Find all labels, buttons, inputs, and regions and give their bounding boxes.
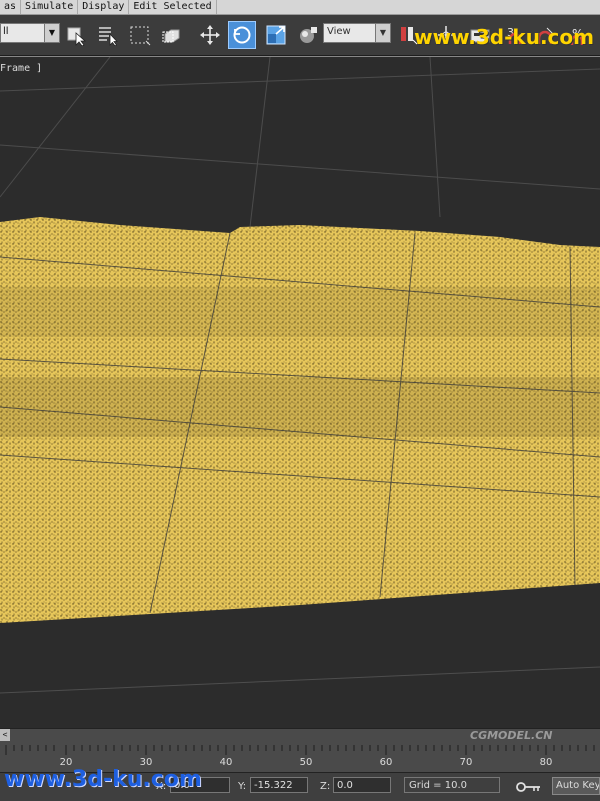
- menu-bar: as Simulate Display Edit Selected: [0, 0, 600, 15]
- chevron-down-icon: ▼: [375, 24, 390, 42]
- perspective-viewport[interactable]: Frame ]: [0, 56, 600, 729]
- rect-selection-region-button[interactable]: [126, 21, 154, 49]
- selection-filter-dropdown[interactable]: ll ▼: [0, 23, 60, 43]
- watermark-bottom: www.3d-ku.com: [4, 767, 202, 792]
- y-coord-label: Y:: [238, 781, 247, 792]
- move-icon: [200, 25, 220, 45]
- key-icon[interactable]: [516, 781, 542, 793]
- auto-key-button[interactable]: Auto Key: [552, 777, 600, 795]
- timeline-ticks: [5, 745, 595, 755]
- z-coord-field[interactable]: 0.0: [333, 777, 391, 793]
- reference-coordinate-value: View: [327, 26, 351, 37]
- menu-item-edit-selected[interactable]: Edit Selected: [129, 0, 217, 14]
- status-bar: X: 0.0 Y: -15.322 Z: 0.0 Grid = 10.0 Aut…: [0, 767, 600, 801]
- rotate-button[interactable]: [228, 21, 256, 49]
- timeline-tick-label: 50: [299, 757, 313, 768]
- selection-filter-value: ll: [3, 26, 9, 37]
- main-toolbar: ll ▼ View ▼ 3 % www.3d-ku.com: [0, 15, 600, 56]
- y-coord-field[interactable]: -15.322: [250, 777, 308, 793]
- reference-coordinate-dropdown[interactable]: View ▼: [323, 23, 391, 43]
- rect-select-region-icon: [130, 26, 151, 46]
- watermark-cgmodel: CGMODEL.CN: [470, 729, 553, 742]
- floor-grid: [0, 666, 600, 694]
- menu-item-display[interactable]: Display: [78, 0, 130, 14]
- timeline-tick-label: 60: [379, 757, 393, 768]
- chevron-down-icon: ▼: [44, 24, 59, 42]
- timeline-prev-button[interactable]: <: [0, 729, 10, 741]
- menu-item-simulate[interactable]: Simulate: [21, 0, 79, 14]
- select-by-name-button[interactable]: [94, 21, 122, 49]
- menu-item-views[interactable]: as: [0, 0, 22, 14]
- grid-size-display: Grid = 10.0: [404, 777, 500, 793]
- select-object-icon: [67, 27, 87, 46]
- z-coord-label: Z:: [320, 781, 331, 792]
- scale-icon: [266, 25, 286, 45]
- rotate-icon: [233, 26, 251, 44]
- select-manipulate-button[interactable]: [294, 21, 322, 49]
- timeline-tick-label: 70: [459, 757, 473, 768]
- window-crossing-button[interactable]: [158, 21, 186, 49]
- viewport-scene: [0, 57, 600, 694]
- scale-button[interactable]: [262, 21, 290, 49]
- watermark-top: www.3d-ku.com: [414, 25, 594, 49]
- background-grid: [0, 57, 600, 228]
- select-by-name-icon: [99, 27, 118, 46]
- select-object-button[interactable]: [62, 21, 90, 49]
- window-crossing-icon: [162, 29, 180, 43]
- timeline-tick-label: 80: [539, 757, 553, 768]
- select-manipulate-icon: [300, 27, 317, 43]
- viewport-label[interactable]: Frame ]: [0, 63, 42, 74]
- move-button[interactable]: [196, 21, 224, 49]
- timeline-tick-label: 40: [219, 757, 233, 768]
